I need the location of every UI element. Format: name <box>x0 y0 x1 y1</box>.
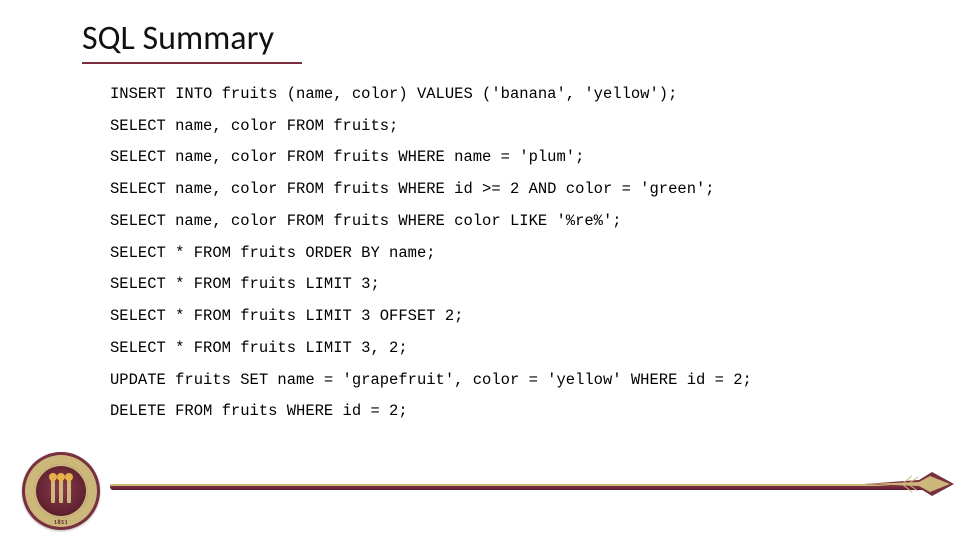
divider-highlight <box>110 484 930 486</box>
code-line: SELECT name, color FROM fruits WHERE nam… <box>110 149 752 166</box>
university-seal: 1851 <box>22 452 100 530</box>
seal-year: 1851 <box>22 452 100 530</box>
title-underline <box>82 62 302 64</box>
code-line: INSERT INTO fruits (name, color) VALUES … <box>110 86 752 103</box>
code-line: SELECT * FROM fruits LIMIT 3, 2; <box>110 340 752 357</box>
code-line: DELETE FROM fruits WHERE id = 2; <box>110 403 752 420</box>
code-line: SELECT * FROM fruits ORDER BY name; <box>110 245 752 262</box>
sql-code-block: INSERT INTO fruits (name, color) VALUES … <box>110 86 752 435</box>
code-line: SELECT name, color FROM fruits WHERE col… <box>110 213 752 230</box>
code-line: SELECT name, color FROM fruits; <box>110 118 752 135</box>
code-line: UPDATE fruits SET name = 'grapefruit', c… <box>110 372 752 389</box>
code-line: SELECT name, color FROM fruits WHERE id … <box>110 181 752 198</box>
slide-title: SQL Summary <box>82 18 274 59</box>
code-line: SELECT * FROM fruits LIMIT 3 OFFSET 2; <box>110 308 752 325</box>
code-line: SELECT * FROM fruits LIMIT 3; <box>110 276 752 293</box>
spear-icon <box>864 462 954 506</box>
